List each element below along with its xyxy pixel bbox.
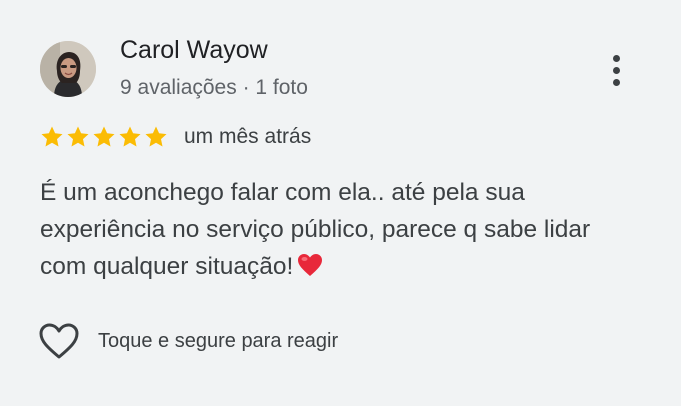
reviewer-name[interactable]: Carol Wayow: [120, 36, 268, 65]
react-label: Toque e segure para reagir: [98, 329, 339, 352]
rating-row: um mês atrás: [40, 123, 311, 151]
more-vert-icon-dot: [612, 66, 620, 74]
heart-outline-icon: [38, 322, 80, 360]
red-heart-emoji-icon: [297, 251, 323, 288]
review-text: É um aconchego falar com ela.. até pela …: [40, 174, 640, 288]
star-icon: [40, 125, 64, 149]
reviewer-meta: 9 avaliações · 1 foto: [120, 76, 308, 99]
more-vert-icon-dot: [612, 78, 620, 86]
star-icon: [92, 125, 116, 149]
star-rating: [40, 125, 168, 149]
more-options-button[interactable]: [600, 48, 632, 92]
react-button[interactable]: Toque e segure para reagir: [38, 320, 338, 362]
avatar[interactable]: [40, 41, 96, 97]
star-icon: [144, 125, 168, 149]
star-icon: [118, 125, 142, 149]
review-date: um mês atrás: [184, 125, 312, 148]
star-icon: [66, 125, 90, 149]
more-vert-icon: [612, 54, 620, 62]
